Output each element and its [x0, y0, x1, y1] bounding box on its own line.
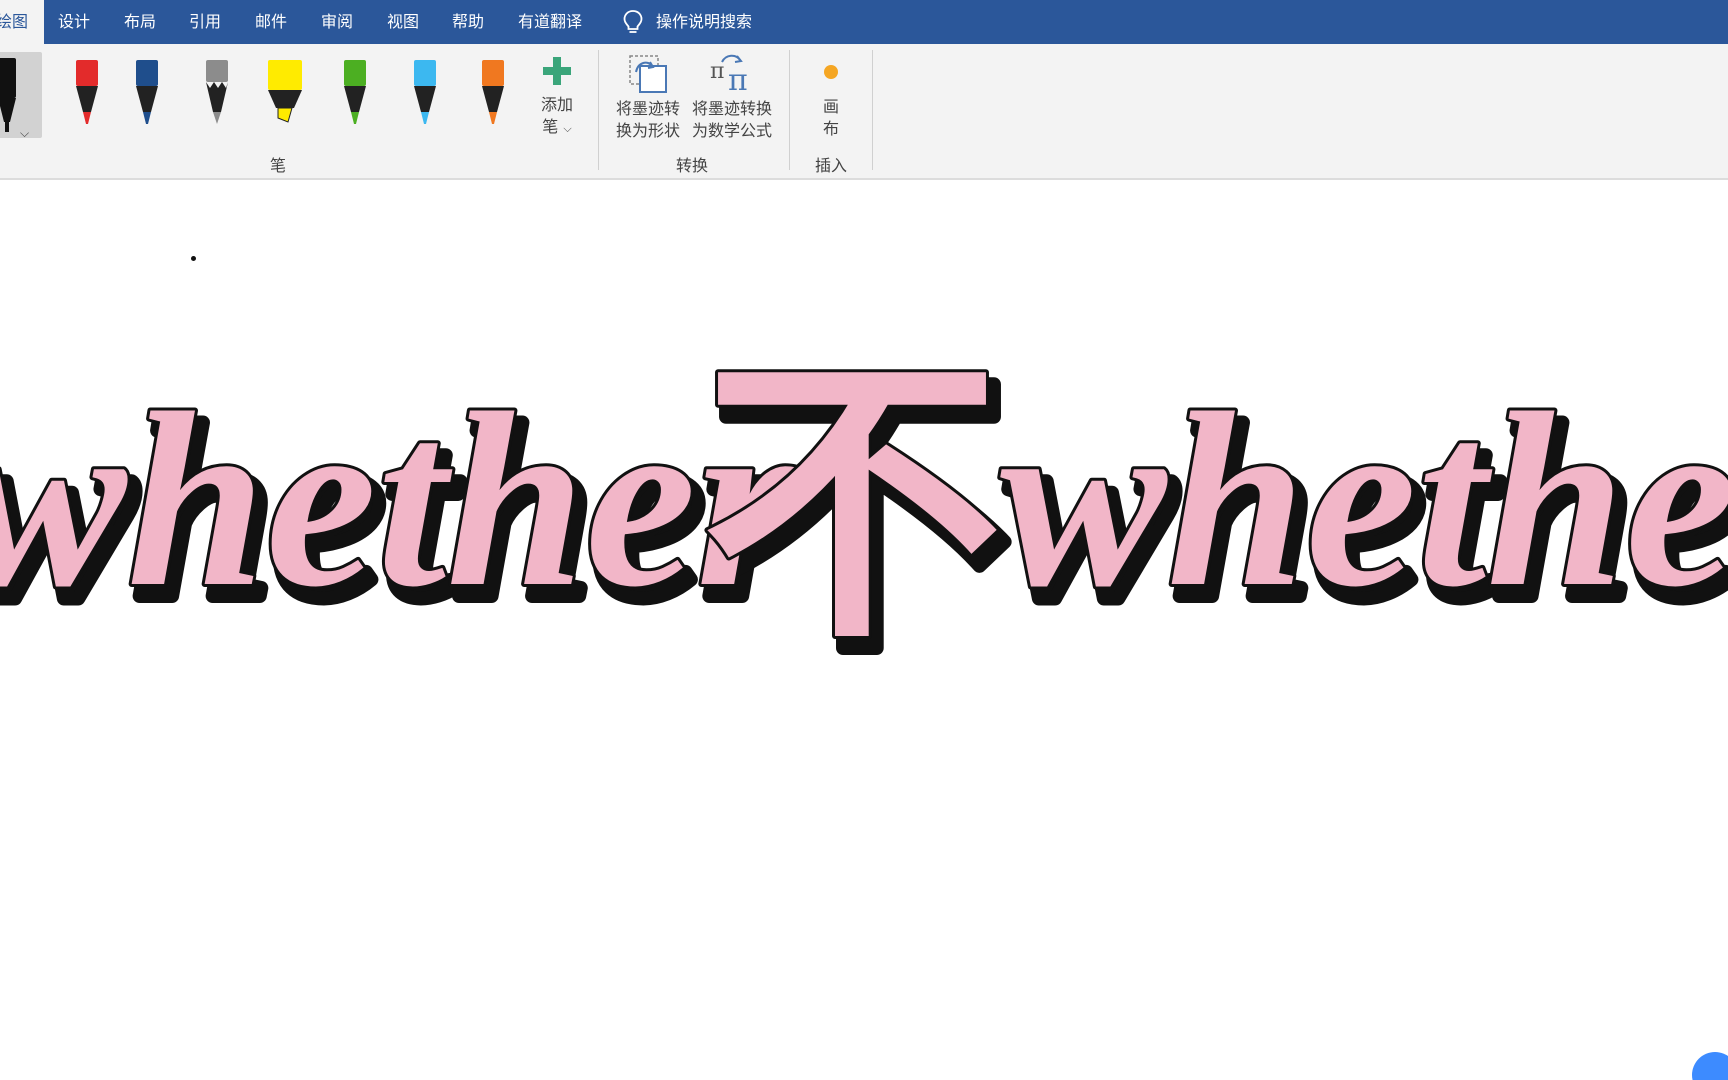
add-pen-label-line2: 笔 ⌵ [542, 117, 572, 136]
pen-green[interactable] [328, 52, 382, 138]
group-separator [789, 50, 790, 170]
pencil-gray[interactable] [190, 52, 244, 138]
ribbon-tab-bar: 绘图 设计 布局 引用 邮件 审阅 视图 帮助 有道翻译 操作说明搜索 [0, 0, 1728, 44]
tab-design[interactable]: 设计 [58, 0, 90, 44]
ink-to-shape-icon [629, 55, 667, 93]
drawing-canvas-button[interactable]: 画 布 [800, 56, 862, 140]
tab-help[interactable]: 帮助 [452, 0, 484, 44]
ink-to-shape-button[interactable]: 将墨迹转 换为形状 [610, 52, 686, 142]
add-pen-label-line1: 添加 [540, 95, 573, 114]
char-middle: 不 [702, 330, 1002, 679]
ink-to-shape-line1: 将墨迹转 [615, 99, 680, 118]
tab-youdao-translate[interactable]: 有道翻译 [518, 0, 582, 44]
tab-draw[interactable]: 绘图 [0, 0, 44, 44]
group-separator [872, 50, 873, 170]
title-art-fill: whether 不 whether [0, 327, 1728, 682]
word-left: whether [0, 362, 796, 639]
document-canvas[interactable]: whether 不 whether whether 不 whether [0, 180, 1728, 1080]
plus-icon [543, 57, 571, 85]
lightbulb-icon [623, 10, 643, 33]
tab-review[interactable]: 审阅 [321, 0, 353, 44]
pen-red[interactable] [60, 52, 114, 138]
navy-pen-icon [136, 60, 158, 124]
tab-references[interactable]: 引用 [189, 0, 221, 44]
pen-navy[interactable] [120, 52, 174, 138]
gray-pencil-icon [206, 60, 228, 124]
pi-math-icon: π π [710, 54, 748, 96]
tab-layout[interactable]: 布局 [124, 0, 156, 44]
yellow-highlighter-icon [268, 60, 302, 123]
canvas-label-line2: 布 [822, 119, 839, 138]
group-label-convert: 转换 [675, 156, 708, 175]
group-label-pens: 笔 [269, 156, 286, 175]
word-right: whether [1000, 362, 1728, 639]
tab-mailings[interactable]: 邮件 [255, 0, 287, 44]
draw-ribbon: ⌵ 添加 笔 ⌵ 笔 将墨迹转 换为形状 π π 将墨迹转换 为数学公式 转换 … [0, 44, 1728, 180]
title-art: whether 不 whether whether 不 whether [0, 327, 1728, 698]
highlighter-yellow[interactable] [258, 52, 312, 138]
chevron-down-icon: ⌵ [563, 122, 572, 135]
svg-text:π: π [710, 59, 724, 84]
pen-cyan[interactable] [398, 52, 452, 138]
canvas-dot-icon [824, 65, 838, 79]
group-separator [598, 50, 599, 170]
chevron-down-icon[interactable]: ⌵ [20, 126, 29, 141]
tell-me-search[interactable]: 操作说明搜索 [622, 0, 752, 44]
pen-black-selected[interactable]: ⌵ [0, 52, 42, 141]
cyan-pen-icon [414, 60, 436, 124]
add-pen-button[interactable]: 添加 笔 ⌵ [532, 56, 582, 140]
svg-text:π: π [728, 63, 748, 96]
group-label-insert: 插入 [814, 156, 847, 175]
ink-to-math-line1: 将墨迹转换 [691, 99, 772, 118]
canvas-label-line1: 画 [822, 97, 839, 116]
ink-to-shape-line2: 换为形状 [615, 121, 680, 140]
green-pen-icon [344, 60, 366, 124]
red-pen-icon [76, 60, 98, 124]
tab-view[interactable]: 视图 [387, 0, 419, 44]
orange-pen-icon [482, 60, 504, 124]
tell-me-search-label: 操作说明搜索 [656, 12, 753, 31]
ink-to-math-line2: 为数学公式 [691, 121, 772, 140]
ink-to-math-button[interactable]: π π 将墨迹转换 为数学公式 [686, 52, 778, 142]
pen-orange[interactable] [466, 52, 520, 138]
